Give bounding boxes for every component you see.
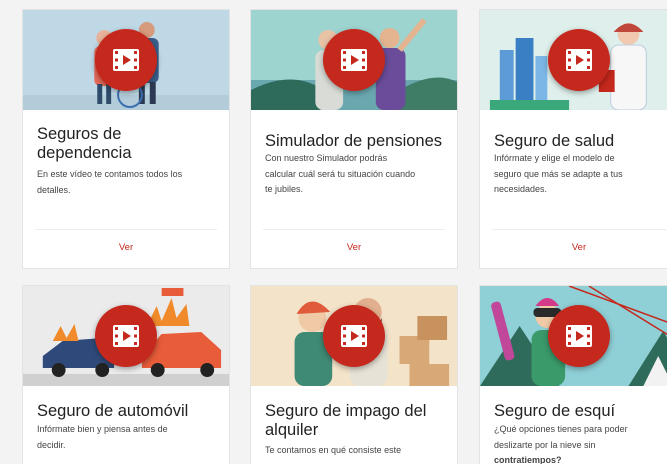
- play-video-button[interactable]: [323, 305, 385, 367]
- film-play-icon: [341, 49, 367, 71]
- card-title: Simulador de pensiones: [265, 132, 443, 150]
- play-video-button[interactable]: [548, 305, 610, 367]
- card-thumbnail[interactable]: [251, 10, 457, 110]
- card-seguro-esqui[interactable]: Seguro de esquí ¿Qué opciones tienes par…: [479, 285, 667, 464]
- card-description: Con nuestro Simulador podrás calcular cuá…: [265, 153, 416, 194]
- ver-link[interactable]: Ver: [251, 242, 457, 253]
- video-card-grid: Seguros de dependencia En este vídeo te c…: [0, 0, 667, 464]
- divider: [263, 229, 445, 230]
- card-title: Seguro de esquí: [494, 402, 616, 420]
- play-video-button[interactable]: [548, 29, 610, 91]
- card-thumbnail[interactable]: [251, 286, 457, 386]
- play-video-button[interactable]: [323, 29, 385, 91]
- card-thumbnail[interactable]: [480, 286, 667, 386]
- card-thumbnail[interactable]: [23, 286, 229, 386]
- card-simulador-pensiones[interactable]: Simulador de pensiones Con nuestro Simul…: [250, 9, 458, 269]
- divider: [492, 229, 666, 230]
- card-seguro-impago-alquiler[interactable]: Seguro de impago del alquiler Te contamos…: [250, 285, 458, 464]
- card-seguros-dependencia[interactable]: Seguros de dependencia En este vídeo te c…: [22, 9, 230, 269]
- play-video-button[interactable]: [95, 29, 157, 91]
- card-title: Seguro de automóvil: [37, 402, 189, 420]
- film-play-icon: [566, 325, 592, 347]
- card-description: Infórmate y elige el modelo de seguro que…: [494, 153, 623, 194]
- card-thumbnail[interactable]: [23, 10, 229, 110]
- film-play-icon: [113, 325, 139, 347]
- ver-link[interactable]: Ver: [23, 242, 229, 253]
- card-seguro-automovil[interactable]: Seguro de automóvil Infórmate bien y pie…: [22, 285, 230, 464]
- film-play-icon: [341, 325, 367, 347]
- film-play-icon: [566, 49, 592, 71]
- ver-link[interactable]: Ver: [480, 242, 667, 253]
- card-description: ¿Qué opciones tienes para poder deslizart…: [494, 424, 628, 464]
- card-thumbnail[interactable]: [480, 10, 667, 110]
- play-video-button[interactable]: [95, 305, 157, 367]
- card-title: Seguros de dependencia: [37, 125, 132, 162]
- card-title: Seguro de salud: [494, 132, 615, 150]
- film-play-icon: [113, 49, 139, 71]
- card-description: Infórmate bien y piensa antes de decidir.: [37, 424, 168, 450]
- card-seguro-salud[interactable]: Seguro de salud Infórmate y elige el mod…: [479, 9, 667, 269]
- card-description: Te contamos en qué consiste este: [265, 445, 402, 455]
- card-title: Seguro de impago del alquiler: [265, 402, 427, 439]
- divider: [35, 229, 217, 230]
- card-description: En este vídeo te contamos todos los detal…: [37, 169, 183, 195]
